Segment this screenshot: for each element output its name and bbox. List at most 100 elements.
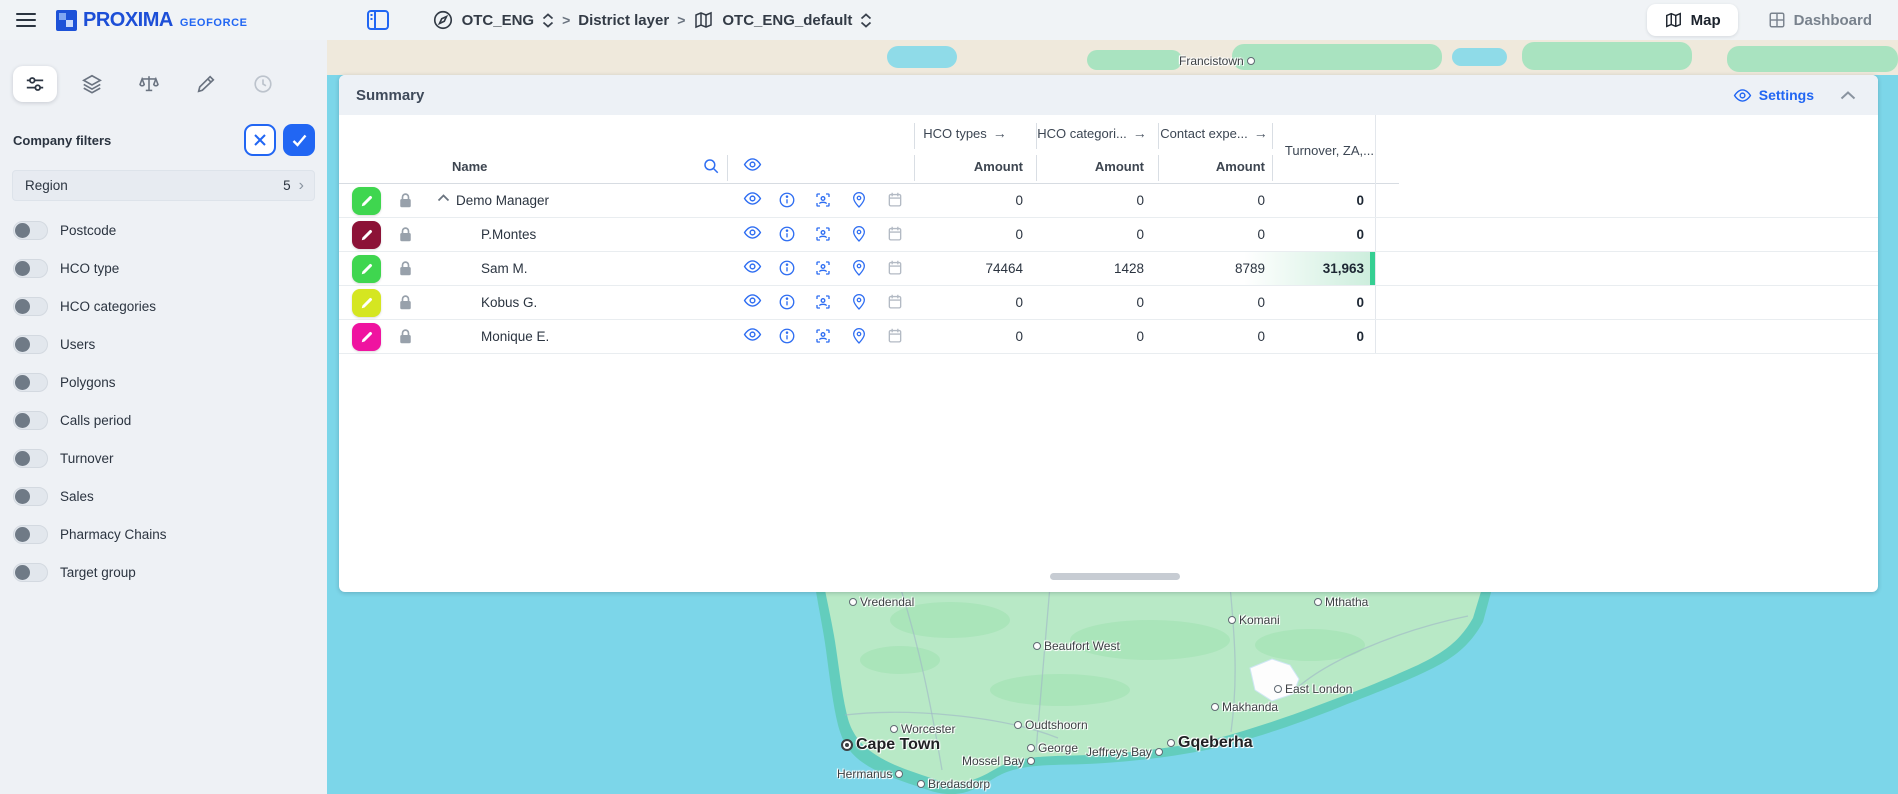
polygons-toggle[interactable] [13, 373, 48, 392]
column-group-hco-categories[interactable]: HCO categori...→ [1037, 125, 1147, 141]
south-africa-landmass [800, 585, 1520, 794]
map-city-label: Gqeberha [1167, 734, 1253, 752]
calls-period-toggle[interactable] [13, 411, 48, 430]
edit-pencil-button[interactable] [352, 255, 381, 283]
column-group-hco-types[interactable]: HCO types→ [923, 125, 1007, 141]
turnover-toggle[interactable] [13, 449, 48, 468]
row-name[interactable]: Monique E. [481, 329, 549, 344]
map-view-label: Map [1691, 12, 1721, 29]
hco-categories-toggle[interactable] [13, 297, 48, 316]
horizontal-scrollbar[interactable] [1050, 573, 1180, 580]
location-pin-icon[interactable] [851, 191, 871, 211]
project-switcher-icon[interactable] [542, 13, 554, 28]
users-toggle[interactable] [13, 335, 48, 354]
location-pin-icon[interactable] [851, 225, 871, 245]
target-group-toggle[interactable] [13, 563, 48, 582]
table-row[interactable]: Sam M. 74464 1428 8789 31,963 [339, 252, 1878, 286]
filter-item-postcode: Postcode [0, 211, 327, 249]
turnover-cell: 31,963 [1220, 261, 1364, 276]
locate-user-icon[interactable] [814, 259, 834, 279]
column-name[interactable]: Name [452, 159, 487, 174]
info-icon[interactable] [778, 327, 798, 347]
company-filters-title: Company filters [13, 133, 111, 148]
scales-tool-button[interactable] [127, 66, 171, 102]
filters-tool-button[interactable] [13, 66, 57, 102]
hamburger-menu-icon[interactable] [16, 13, 36, 27]
brand-logo: PROXIMA GEOFORCE [56, 9, 248, 32]
filter-label: Users [60, 337, 95, 352]
filter-item-pharmacy-chains: Pharmacy Chains [0, 515, 327, 553]
location-pin-icon[interactable] [851, 327, 871, 347]
search-icon[interactable] [702, 157, 722, 177]
dashboard-view-icon [1768, 11, 1786, 29]
turnover-cell: 0 [1220, 329, 1364, 344]
region-filter-row[interactable]: Region 5 › [12, 170, 315, 201]
filter-item-sales: Sales [0, 477, 327, 515]
collapse-row-chevron[interactable] [437, 194, 450, 202]
hco-type-toggle[interactable] [13, 259, 48, 278]
edit-pencil-button[interactable] [352, 289, 381, 317]
table-row[interactable]: P.Montes 0 0 0 0 [339, 218, 1878, 252]
column-group-contact-expe[interactable]: Contact expe...→ [1160, 125, 1267, 141]
eye-icon[interactable] [743, 293, 763, 313]
pharmacy-chains-toggle[interactable] [13, 525, 48, 544]
sales-toggle[interactable] [13, 487, 48, 506]
table-row[interactable]: Monique E. 0 0 0 0 [339, 320, 1878, 354]
eye-icon[interactable] [743, 259, 763, 279]
apply-filters-checkbox[interactable] [283, 124, 315, 156]
row-name[interactable]: Sam M. [481, 261, 528, 276]
row-name[interactable]: P.Montes [481, 227, 536, 242]
eye-icon[interactable] [743, 191, 763, 211]
location-pin-icon[interactable] [851, 293, 871, 313]
layers-tool-button[interactable] [70, 66, 114, 102]
filter-label: Turnover [60, 451, 114, 466]
clear-filters-button[interactable] [244, 124, 276, 156]
locate-user-icon[interactable] [814, 293, 834, 313]
info-icon[interactable] [778, 293, 798, 313]
lock-icon [398, 328, 413, 345]
edit-pencil-button[interactable] [352, 221, 381, 249]
map-switcher-icon[interactable] [860, 13, 872, 28]
breadcrumb-layer[interactable]: District layer [578, 12, 669, 29]
eye-icon[interactable] [743, 327, 763, 347]
locate-user-icon[interactable] [814, 327, 834, 347]
chevron-right-icon: › [299, 178, 304, 194]
edit-pencil-button[interactable] [352, 323, 381, 351]
column-amount[interactable]: Amount [1121, 159, 1265, 174]
turnover-cell: 0 [1220, 295, 1364, 310]
edit-pencil-button[interactable] [352, 187, 381, 215]
locate-user-icon[interactable] [814, 191, 834, 211]
breadcrumb-map[interactable]: OTC_ENG_default [722, 12, 852, 29]
table-row[interactable]: Demo Manager 0 0 0 0 [339, 184, 1878, 218]
settings-button[interactable]: Settings [1733, 87, 1814, 103]
filter-label: HCO categories [60, 299, 156, 314]
paint-tool-button[interactable] [184, 66, 228, 102]
map-city-label: Vredendal [849, 595, 914, 609]
table-row[interactable]: Kobus G. 0 0 0 0 [339, 286, 1878, 320]
location-pin-icon[interactable] [851, 259, 871, 279]
map-city-label: Komani [1228, 613, 1280, 627]
map-city-label: Beaufort West [1033, 639, 1120, 653]
info-icon[interactable] [778, 191, 798, 211]
row-name[interactable]: Kobus G. [481, 295, 537, 310]
column-turnover[interactable]: Turnover, ZA,... [1224, 143, 1374, 158]
collapse-panel-chevron[interactable] [1840, 91, 1856, 100]
info-icon[interactable] [778, 259, 798, 279]
column-visibility-eye-icon[interactable] [743, 157, 763, 177]
sidebar-toggle-icon[interactable] [366, 9, 390, 31]
map-city-label: Hermanus [837, 767, 903, 781]
lock-icon [398, 260, 413, 277]
sidebar: Company filters Region 5 › Postcode HCO … [0, 40, 327, 794]
dashboard-view-button[interactable]: Dashboard [1768, 11, 1872, 29]
map-view-button[interactable]: Map [1647, 4, 1738, 36]
breadcrumb-project[interactable]: OTC_ENG [462, 12, 535, 29]
map-city-label: Worcester [890, 722, 955, 736]
postcode-toggle[interactable] [13, 221, 48, 240]
sidebar-toolbar [0, 40, 327, 102]
info-icon[interactable] [778, 225, 798, 245]
locate-user-icon[interactable] [814, 225, 834, 245]
eye-icon[interactable] [743, 225, 763, 245]
filter-label: Postcode [60, 223, 116, 238]
history-tool-button[interactable] [241, 66, 285, 102]
row-name[interactable]: Demo Manager [456, 193, 549, 208]
